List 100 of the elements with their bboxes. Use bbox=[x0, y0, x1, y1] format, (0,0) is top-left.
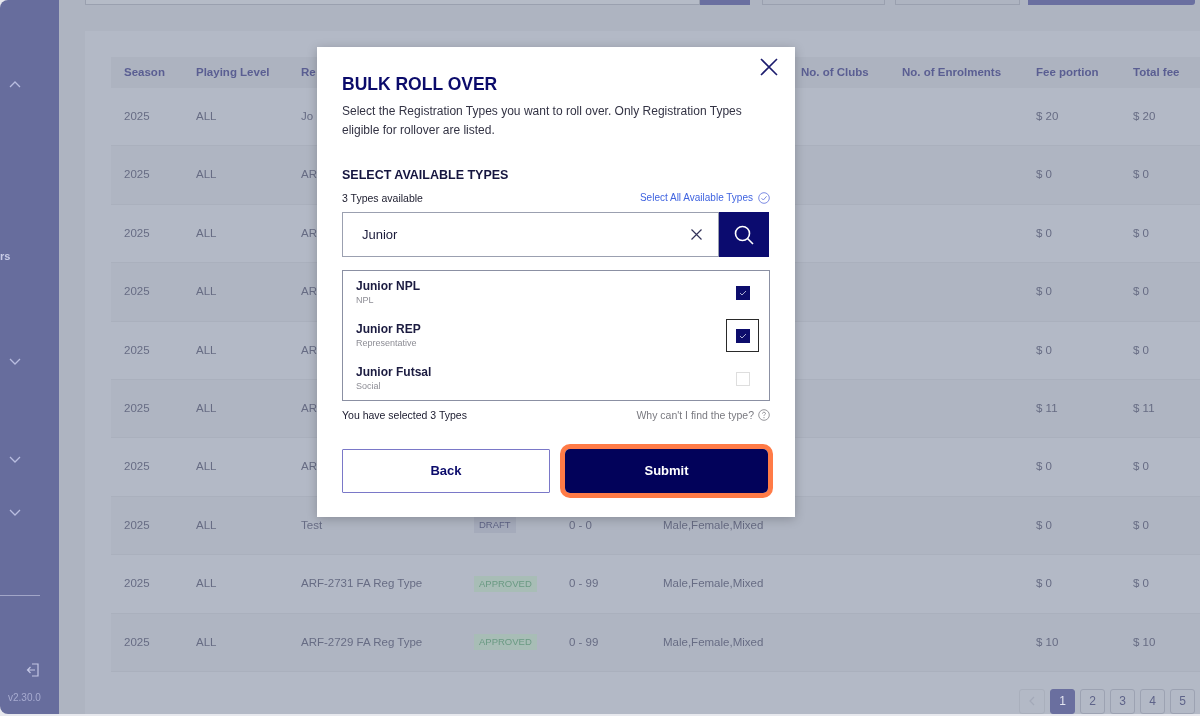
table-cell-text: AR bbox=[301, 167, 317, 183]
table-cell-text: ALL bbox=[196, 167, 217, 183]
logout-icon[interactable] bbox=[26, 663, 39, 677]
table-cell-text: 2025 bbox=[124, 634, 150, 650]
column-header: Season bbox=[124, 64, 165, 80]
help-link[interactable]: Why can't I find the type? bbox=[636, 408, 770, 422]
table-cell-text: ALL bbox=[196, 517, 217, 533]
selection-summary: You have selected 3 Types bbox=[342, 408, 467, 422]
table-cell-text: Test bbox=[301, 517, 323, 533]
back-button[interactable]: Back bbox=[342, 449, 550, 493]
table-cell-text: 2025 bbox=[124, 342, 150, 358]
table-cell-text: ALL bbox=[196, 634, 217, 650]
modal-title: BULK ROLL OVER bbox=[342, 74, 499, 94]
search-button[interactable] bbox=[719, 212, 769, 257]
column-header: Playing Level bbox=[196, 64, 270, 80]
select-all-link[interactable]: Select All Available Types bbox=[639, 191, 770, 205]
chevron-down-icon[interactable] bbox=[9, 509, 21, 516]
table-cell-text: ALL bbox=[196, 576, 217, 592]
checkbox[interactable] bbox=[735, 285, 750, 300]
available-count: 3 Types available bbox=[342, 191, 423, 205]
table-cell-text: $ 20 bbox=[1133, 109, 1156, 125]
search-icon bbox=[734, 224, 754, 245]
section-title: SELECT AVAILABLE TYPES bbox=[342, 167, 510, 183]
table-cell-text: ALL bbox=[196, 284, 217, 300]
table-cell-text: $ 0 bbox=[1133, 342, 1149, 358]
table-cell-text: 2025 bbox=[124, 459, 150, 475]
version-label: v2.30.0 bbox=[8, 692, 42, 704]
type-category: Social bbox=[356, 380, 382, 392]
type-option[interactable]: Junior Futsal Social bbox=[343, 357, 769, 400]
page-button[interactable]: 1 bbox=[1050, 688, 1075, 714]
type-name: Junior REP bbox=[356, 322, 421, 337]
submit-button[interactable]: Submit bbox=[565, 449, 768, 493]
table-cell-text: $ 0 bbox=[1036, 167, 1052, 183]
table-cell-text: AR bbox=[301, 284, 317, 300]
column-header: No. of Clubs bbox=[801, 64, 869, 80]
table-cell-text: $ 0 bbox=[1036, 576, 1052, 592]
table-cell-text: $ 0 bbox=[1133, 517, 1149, 533]
table-cell-text: 2025 bbox=[124, 517, 150, 533]
page-button[interactable]: 5 bbox=[1170, 688, 1195, 714]
close-icon bbox=[760, 58, 778, 76]
table-cell-text: $ 0 bbox=[1036, 459, 1052, 475]
table-cell-text: $ 0 bbox=[1036, 284, 1052, 300]
close-button[interactable] bbox=[760, 58, 778, 76]
table-cell-text: ALL bbox=[196, 342, 217, 358]
checkbox[interactable] bbox=[735, 328, 750, 343]
page-button[interactable]: 4 bbox=[1140, 688, 1165, 714]
table-cell-text: $ 10 bbox=[1036, 634, 1059, 650]
status-badge: DRAFT bbox=[474, 517, 516, 534]
status-badge: APPROVED bbox=[474, 575, 537, 592]
check-icon bbox=[738, 289, 747, 296]
table-cell-text: AR bbox=[301, 342, 317, 358]
table-cell-text: 0 - 0 bbox=[569, 517, 592, 533]
type-option[interactable]: Junior REP Representative bbox=[343, 314, 769, 357]
table-cell-text: 2025 bbox=[124, 576, 150, 592]
table-cell-text: 2025 bbox=[124, 225, 150, 241]
help-icon bbox=[758, 409, 770, 421]
table-cell-text: $ 0 bbox=[1036, 225, 1052, 241]
table-cell-text: AR bbox=[301, 459, 317, 475]
check-circle-icon bbox=[758, 192, 770, 204]
table-cell-text: ARF-2731 FA Reg Type bbox=[301, 576, 423, 592]
table-cell-text: ALL bbox=[196, 225, 217, 241]
table-cell-text: $ 11 bbox=[1036, 401, 1058, 416]
table-cell-text: $ 0 bbox=[1036, 342, 1052, 358]
table-cell-text: Male,Female,Mixed bbox=[663, 576, 764, 592]
table-cell-text: $ 20 bbox=[1036, 109, 1059, 125]
table-cell-text: Male,Female,Mixed bbox=[663, 634, 764, 650]
page-button[interactable]: 2 bbox=[1080, 688, 1105, 714]
column-header: No. of Enrolments bbox=[902, 64, 1002, 80]
chevron-down-icon[interactable] bbox=[9, 456, 21, 463]
type-category: Representative bbox=[356, 337, 418, 349]
chevron-down-icon[interactable] bbox=[9, 358, 21, 365]
sidebar-label[interactable]: rs bbox=[0, 249, 11, 263]
status-badge: APPROVED bbox=[474, 634, 537, 651]
search-field[interactable]: Junior bbox=[342, 212, 719, 257]
check-icon bbox=[738, 332, 747, 339]
table-cell-text: ALL bbox=[196, 401, 217, 416]
type-option[interactable]: Junior NPL NPL bbox=[343, 271, 769, 314]
table-cell-text: Jo bbox=[301, 109, 314, 125]
column-header: Total fee bbox=[1133, 64, 1180, 80]
table-cell-text: 2025 bbox=[124, 284, 150, 300]
table-cell-text: $ 0 bbox=[1133, 284, 1149, 300]
table-cell-text: ALL bbox=[196, 459, 217, 475]
table-cell-text: Male,Female,Mixed bbox=[663, 517, 764, 533]
description: Select the Registration Types you want to roll over. Only Registration Types eligible for rollover are listed. bbox=[342, 103, 743, 139]
type-category: NPL bbox=[356, 294, 375, 306]
table-cell-text: AR bbox=[301, 401, 317, 416]
table-cell-text: 2025 bbox=[124, 401, 150, 416]
column-header: Re bbox=[301, 64, 316, 80]
page-button[interactable]: 3 bbox=[1110, 688, 1135, 714]
type-name: Junior Futsal bbox=[356, 365, 432, 380]
table-cell-text: ALL bbox=[196, 109, 217, 125]
clear-icon[interactable] bbox=[691, 229, 702, 240]
table-cell-text: $ 0 bbox=[1036, 517, 1052, 533]
table-cell-text: AR bbox=[301, 225, 317, 241]
table-cell-text: 0 - 99 bbox=[569, 634, 599, 650]
checkbox[interactable] bbox=[735, 371, 750, 386]
chevron-up-icon[interactable] bbox=[9, 81, 21, 88]
input-field[interactable] bbox=[85, 0, 700, 5]
table-cell-text: ARF-2729 FA Reg Type bbox=[301, 634, 423, 650]
table-cell-text: 2025 bbox=[124, 167, 150, 183]
